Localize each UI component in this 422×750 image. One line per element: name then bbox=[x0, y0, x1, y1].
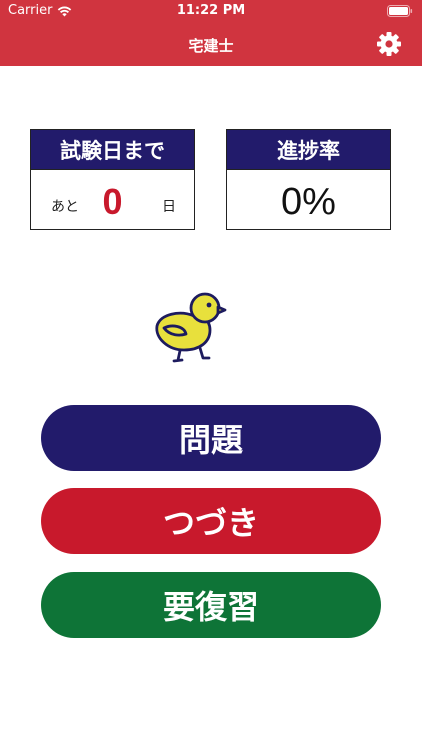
app-header: Carrier 11:22 PM 宅建士 bbox=[0, 0, 422, 66]
exam-countdown-header: 試験日まで bbox=[31, 130, 194, 170]
countdown-suffix: 日 bbox=[162, 199, 176, 215]
progress-body: 0% bbox=[227, 170, 390, 228]
chick-icon bbox=[155, 292, 227, 363]
page-title: 宅建士 bbox=[188, 37, 234, 55]
progress-box: 進捗率 0% bbox=[226, 129, 391, 230]
exam-countdown-body: あと 0 日 bbox=[31, 170, 194, 228]
status-time: 11:22 PM bbox=[176, 3, 246, 18]
progress-header: 進捗率 bbox=[227, 130, 390, 170]
battery-icon bbox=[387, 5, 413, 17]
home-screen: Carrier 11:22 PM 宅建士 試験日まで あと 0 日 進捗率 0%… bbox=[0, 0, 422, 750]
progress-value: 0% bbox=[281, 181, 336, 223]
questions-button[interactable]: 問題 bbox=[41, 405, 381, 471]
status-bar: Carrier 11:22 PM bbox=[0, 0, 422, 22]
nav-bar: 宅建士 bbox=[0, 22, 422, 66]
continue-button[interactable]: つづき bbox=[41, 488, 381, 554]
gear-icon[interactable] bbox=[376, 31, 402, 57]
review-button[interactable]: 要復習 bbox=[41, 572, 381, 638]
exam-countdown-box: 試験日まで あと 0 日 bbox=[30, 129, 195, 230]
